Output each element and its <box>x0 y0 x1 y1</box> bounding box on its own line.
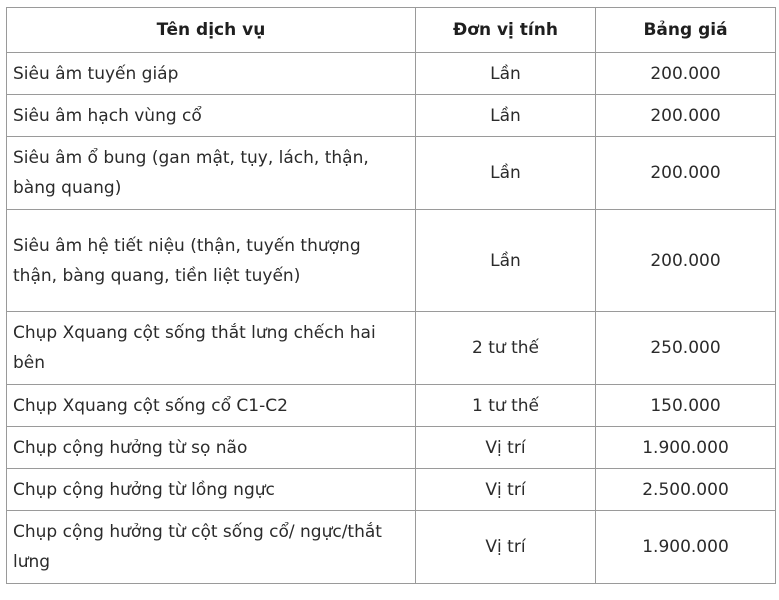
table-row: Chụp cộng hưởng từ sọ não Vị trí 1.900.0… <box>6 426 776 469</box>
service-unit: Lần <box>415 209 596 312</box>
service-unit: Lần <box>415 94 596 137</box>
header-service: Tên dịch vụ <box>6 7 416 53</box>
table-row: Siêu âm tuyến giáp Lần 200.000 <box>6 52 776 95</box>
service-price: 1.900.000 <box>595 426 776 469</box>
service-unit: Vị trí <box>415 468 596 511</box>
table-row: Siêu âm hệ tiết niệu (thận, tuyến thượng… <box>6 209 776 312</box>
service-price: 150.000 <box>595 384 776 427</box>
service-price: 200.000 <box>595 94 776 137</box>
service-unit: 2 tư thế <box>415 311 596 385</box>
service-name: Siêu âm hạch vùng cổ <box>6 94 416 137</box>
service-name: Siêu âm hệ tiết niệu (thận, tuyến thượng… <box>6 209 416 312</box>
service-price-table: Tên dịch vụ Đơn vị tính Bảng giá Siêu âm… <box>6 7 776 584</box>
service-unit: Lần <box>415 52 596 95</box>
service-name: Siêu âm tuyến giáp <box>6 52 416 95</box>
service-unit: Vị trí <box>415 510 596 584</box>
table-row: Siêu âm ổ bung (gan mật, tụy, lách, thận… <box>6 136 776 210</box>
service-name: Chụp Xquang cột sống thắt lưng chếch hai… <box>6 311 416 385</box>
table-row: Chụp Xquang cột sống cổ C1-C2 1 tư thế 1… <box>6 384 776 427</box>
header-price: Bảng giá <box>595 7 776 53</box>
service-price: 200.000 <box>595 209 776 312</box>
service-name: Chụp cộng hưởng từ sọ não <box>6 426 416 469</box>
service-unit: Vị trí <box>415 426 596 469</box>
table-header-row: Tên dịch vụ Đơn vị tính Bảng giá <box>6 7 776 53</box>
table-row: Chụp Xquang cột sống thắt lưng chếch hai… <box>6 311 776 385</box>
service-price: 2.500.000 <box>595 468 776 511</box>
service-name: Chụp cộng hưởng từ cột sống cổ/ ngực/thắ… <box>6 510 416 584</box>
service-price: 200.000 <box>595 52 776 95</box>
table-row: Chụp cộng hưởng từ cột sống cổ/ ngực/thắ… <box>6 510 776 584</box>
service-price: 1.900.000 <box>595 510 776 584</box>
table-row: Siêu âm hạch vùng cổ Lần 200.000 <box>6 94 776 137</box>
service-name: Siêu âm ổ bung (gan mật, tụy, lách, thận… <box>6 136 416 210</box>
service-unit: 1 tư thế <box>415 384 596 427</box>
service-name: Chụp cộng hưởng từ lồng ngực <box>6 468 416 511</box>
table-row: Chụp cộng hưởng từ lồng ngực Vị trí 2.50… <box>6 468 776 511</box>
service-price: 200.000 <box>595 136 776 210</box>
header-unit: Đơn vị tính <box>415 7 596 53</box>
service-unit: Lần <box>415 136 596 210</box>
service-price: 250.000 <box>595 311 776 385</box>
service-name: Chụp Xquang cột sống cổ C1-C2 <box>6 384 416 427</box>
